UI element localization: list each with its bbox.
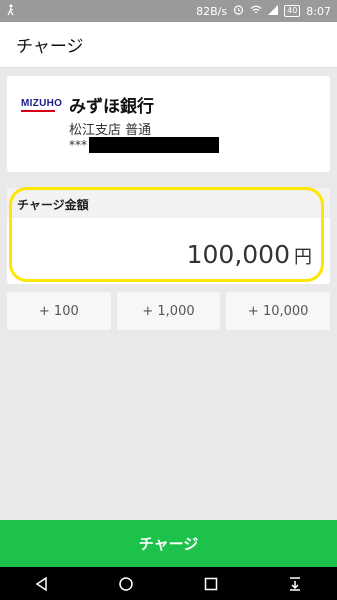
alarm-icon	[233, 4, 244, 18]
navigation-bar	[0, 567, 337, 600]
branch-info: 松江支店 普通	[69, 123, 152, 138]
signal-icon	[268, 4, 279, 18]
download-icon[interactable]	[287, 576, 303, 592]
quick-add-10000-button[interactable]: + 10,000	[226, 292, 331, 330]
battery-icon: 40	[284, 5, 301, 17]
bank-logo-underline	[21, 110, 55, 112]
walking-icon	[6, 4, 16, 19]
redaction-bar	[89, 137, 219, 153]
account-prefix: ***	[69, 138, 87, 152]
recents-icon[interactable]	[203, 576, 219, 592]
page-title: チャージ	[16, 37, 84, 57]
wifi-icon	[250, 5, 262, 18]
home-icon[interactable]	[118, 576, 134, 592]
bank-logo-text: MIZUHO	[21, 98, 63, 109]
account-number: ***	[69, 137, 219, 153]
bank-logo: MIZUHO	[21, 98, 62, 112]
network-speed: 82B/s	[196, 4, 228, 18]
quick-add-100-button[interactable]: + 100	[7, 292, 111, 330]
back-icon[interactable]	[34, 576, 50, 592]
quick-amount-row: + 100 + 1,000 + 10,000	[7, 292, 331, 330]
bank-name: みずほ銀行	[69, 97, 154, 117]
charge-button[interactable]: チャージ	[0, 520, 337, 567]
clock: 8:07	[306, 4, 331, 18]
bank-account-card[interactable]: MIZUHO みずほ銀行 松江支店 普通 ***	[7, 76, 330, 172]
status-bar: 82B/s 40 8:07	[0, 0, 337, 22]
highlight-annotation	[9, 187, 324, 282]
quick-add-1000-button[interactable]: + 1,000	[116, 292, 221, 330]
app-bar: チャージ	[0, 22, 337, 68]
